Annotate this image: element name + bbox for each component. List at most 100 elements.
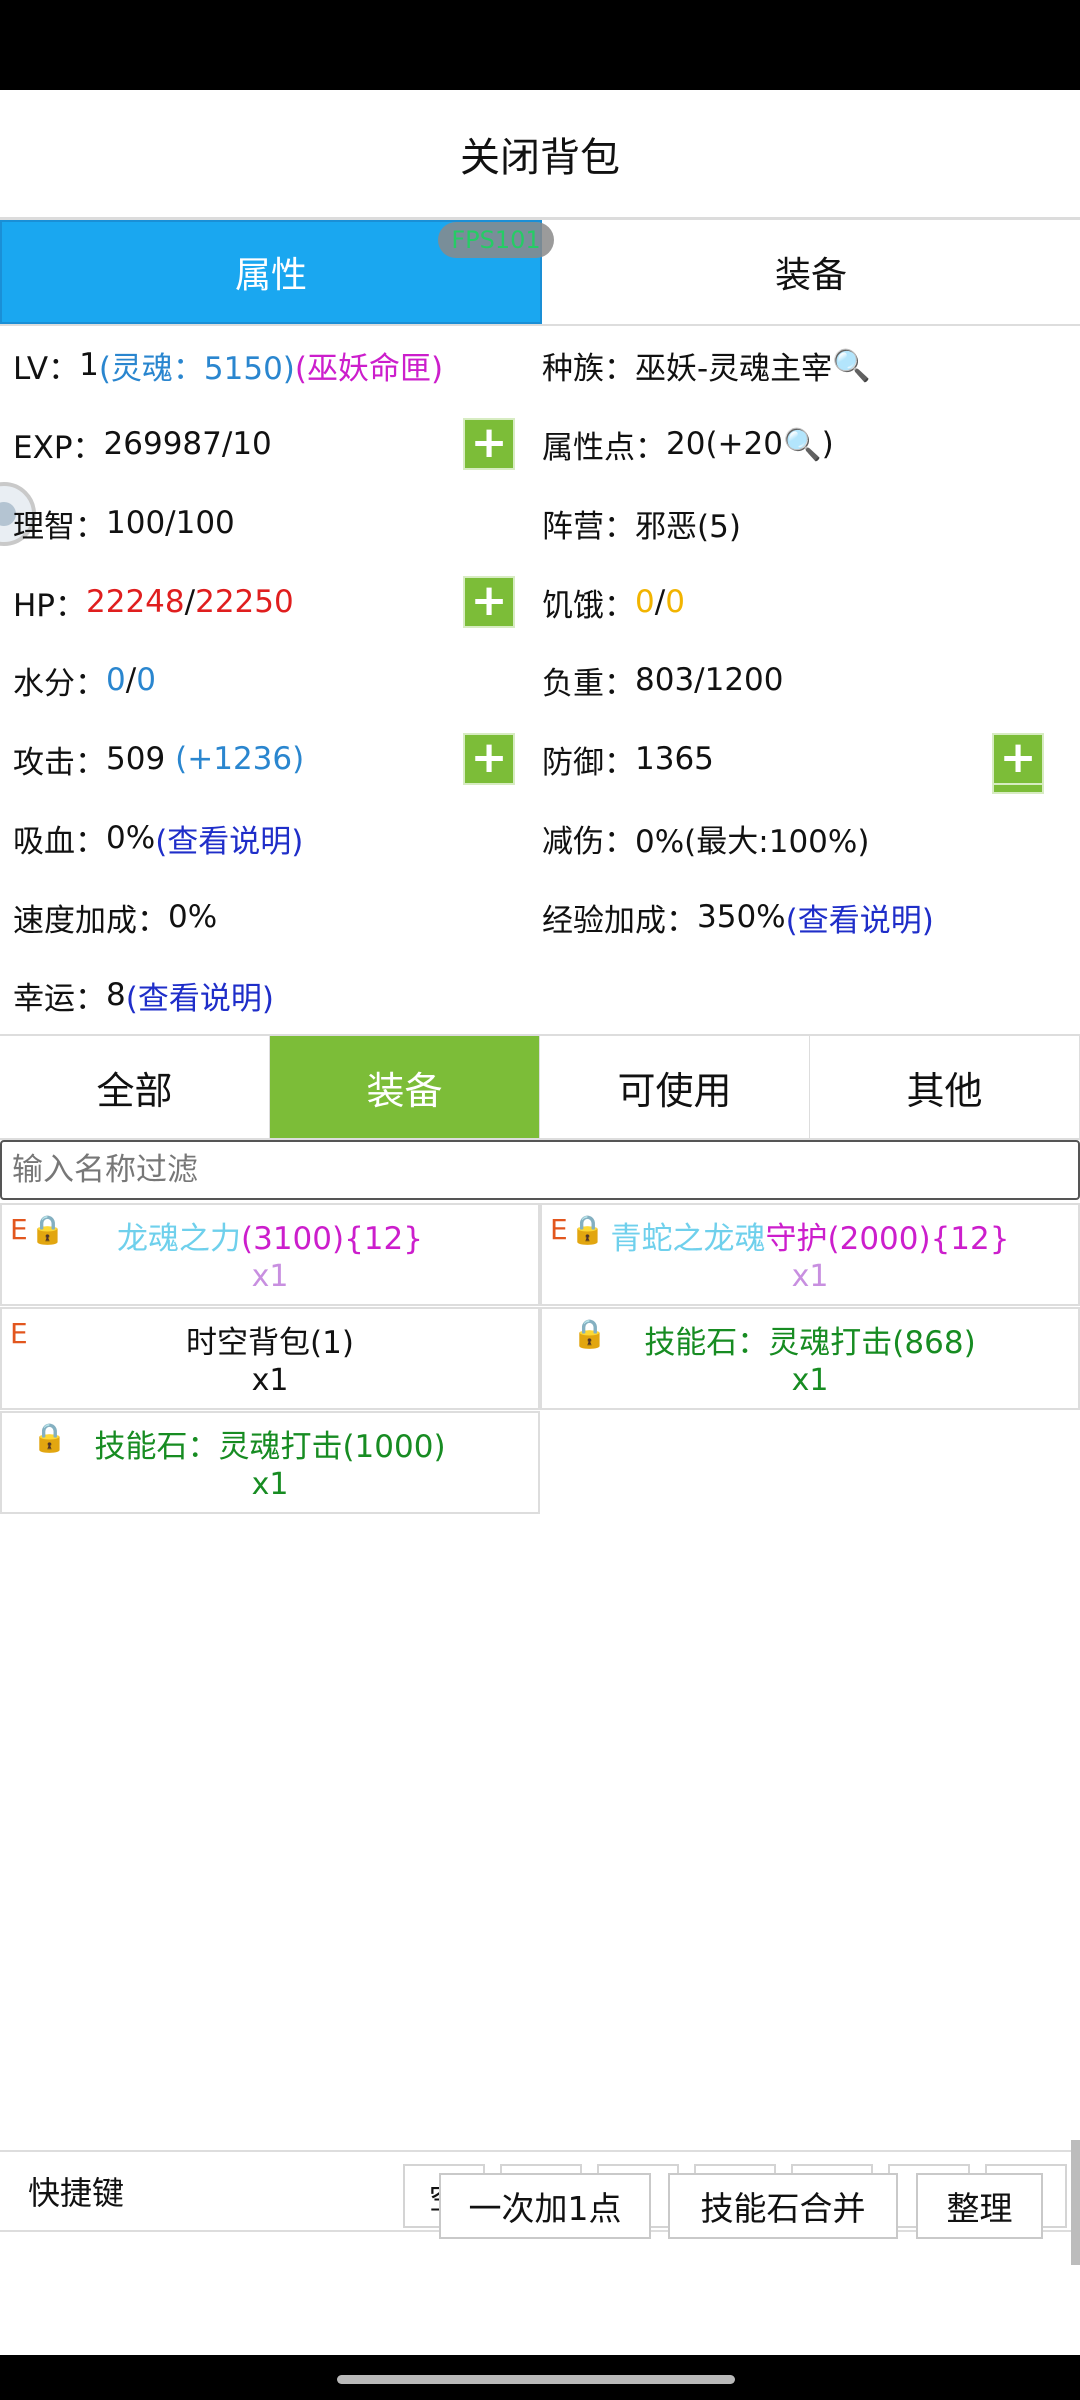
- stat-label: 幸运：: [13, 980, 106, 1017]
- water-sep: /: [125, 662, 137, 698]
- hunger-max: 0: [665, 584, 685, 620]
- hunger-current: 0: [635, 584, 655, 620]
- attack-plus-button[interactable]: +: [463, 733, 515, 785]
- item-quantity: x1: [251, 1467, 289, 1502]
- stat-label: 理智：: [13, 508, 106, 545]
- item-name-part: 青蛇之龙魂: [610, 1221, 766, 1257]
- stat-attack: 攻击： 509 (+1236): [13, 729, 304, 789]
- stat-value: 269987/10: [103, 426, 272, 462]
- fate-label: (巫妖命匣): [294, 350, 444, 387]
- filter-tab-equipment[interactable]: 装备: [270, 1036, 540, 1138]
- water-current: 0: [106, 662, 126, 698]
- stat-label: 种族：: [542, 350, 635, 387]
- stat-luck: 幸运： 8 (查看说明): [13, 965, 274, 1025]
- item-name-part: 守护(2000){12}: [765, 1221, 1010, 1257]
- stat-label: EXP：: [13, 429, 104, 466]
- inventory-item[interactable]: E 时空背包(1) x1: [0, 1307, 540, 1410]
- attack-bonus: (+1236): [175, 741, 305, 777]
- stat-attr-points: 属性点： 20(+20 🔍 ): [542, 414, 834, 474]
- stat-label: 经验加成：: [542, 902, 697, 939]
- item-name: 技能石：灵魂打击(1000): [94, 1429, 446, 1465]
- stat-exp: EXP： 269987/10: [13, 414, 272, 474]
- stat-label: 水分：: [13, 665, 106, 702]
- stat-water: 水分： 0 / 0: [13, 650, 156, 710]
- tab-equipment[interactable]: 装备: [542, 220, 1080, 324]
- hunger-sep: /: [654, 584, 666, 620]
- stat-value: 803/1200: [635, 662, 784, 698]
- item-quantity: x1: [791, 1259, 829, 1294]
- defense-plus-button[interactable]: +: [992, 733, 1044, 785]
- scrollbar[interactable]: [1071, 2140, 1080, 2265]
- stat-value: 邪恶(5): [635, 508, 741, 545]
- item-name: 龙魂之力(3100){12}: [2, 1213, 538, 1258]
- sort-button[interactable]: 整理: [916, 2173, 1043, 2239]
- stat-hp: HP： 22248 / 22250: [13, 572, 294, 632]
- item-name-part: 龙魂之力: [117, 1221, 241, 1257]
- stat-label: HP：: [13, 587, 87, 624]
- merge-skill-stones-button[interactable]: 技能石合并: [668, 2173, 898, 2239]
- hp-max: 22250: [195, 584, 294, 620]
- stat-value: 350%: [697, 899, 786, 935]
- stat-label: 攻击：: [13, 744, 106, 781]
- stat-label: 减伤：: [542, 823, 635, 860]
- item-filter-tabs: 全部 装备 可使用 其他: [0, 1034, 1080, 1140]
- inventory-item[interactable]: 🔒 技能石：灵魂打击(1000) x1: [0, 1411, 540, 1514]
- filter-tab-usable[interactable]: 可使用: [540, 1036, 810, 1138]
- stat-exp-bonus: 经验加成： 350% (查看说明): [542, 887, 934, 947]
- home-indicator[interactable]: [337, 2375, 735, 2384]
- shortcut-label: 快捷键: [28, 2174, 125, 2212]
- stat-load: 负重： 803/1200: [542, 650, 784, 710]
- inventory-screen: 关闭背包 属性 装备 FPS101 LV： 1 (灵魂：5150) (巫妖命匣)…: [0, 90, 1080, 2355]
- luck-help-link[interactable]: (查看说明): [126, 973, 274, 1018]
- stat-value: 509: [106, 741, 166, 777]
- stat-label: 饥饿：: [542, 587, 635, 624]
- item-quantity: x1: [251, 1259, 289, 1294]
- stat-sanity: 理智： 100/100: [13, 493, 235, 553]
- item-quantity: x1: [251, 1363, 289, 1398]
- stat-label: 阵营：: [542, 508, 635, 545]
- inventory-item[interactable]: 🔒 技能石：灵魂打击(868) x1: [540, 1307, 1080, 1410]
- stat-value: 20(+20: [666, 426, 783, 462]
- hp-current: 22248: [86, 584, 185, 620]
- exp-bonus-help-link[interactable]: (查看说明): [786, 895, 934, 940]
- stat-label: LV：: [13, 350, 80, 387]
- item-name: 技能石：灵魂打击(868): [644, 1325, 976, 1361]
- hp-plus-button[interactable]: +: [463, 576, 515, 628]
- hp-sep: /: [184, 584, 196, 620]
- stat-label: 吸血：: [13, 823, 106, 860]
- filter-tab-other[interactable]: 其他: [810, 1036, 1080, 1138]
- close-bag-button[interactable]: 关闭背包: [0, 90, 1080, 220]
- soul-value: (灵魂：5150): [98, 350, 295, 387]
- item-name: 时空背包(1): [186, 1325, 354, 1361]
- stat-label: 负重：: [542, 665, 635, 702]
- item-filter-input[interactable]: [0, 1140, 1080, 1200]
- inventory-item[interactable]: E 🔒 龙魂之力(3100){12} x1: [0, 1203, 540, 1306]
- stat-value: 0%(最大:100%): [635, 823, 870, 860]
- stat-speed-bonus: 速度加成： 0%: [13, 887, 217, 947]
- stat-value: 0%: [168, 899, 218, 935]
- stat-camp: 阵营： 邪恶(5): [542, 493, 741, 553]
- magnifier-icon[interactable]: 🔍: [832, 347, 871, 384]
- stat-race: 种族： 巫妖-灵魂主宰 🔍: [542, 335, 871, 395]
- stat-hunger: 饥饿： 0 / 0: [542, 572, 685, 632]
- filter-tab-all[interactable]: 全部: [0, 1036, 270, 1138]
- status-bar: [0, 0, 1080, 90]
- add-one-point-button[interactable]: 一次加1点: [439, 2173, 651, 2239]
- stat-value: 1: [79, 347, 99, 383]
- lifesteal-help-link[interactable]: (查看说明): [155, 816, 303, 861]
- page-title: 关闭背包: [460, 134, 620, 181]
- stat-damage-reduction: 减伤： 0%(最大:100%): [542, 808, 869, 868]
- stat-value: 100/100: [106, 505, 235, 541]
- stat-value: 1365: [635, 741, 714, 777]
- stat-label: 防御：: [542, 744, 635, 781]
- stat-value: 0%: [106, 820, 156, 856]
- item-name: 青蛇之龙魂守护(2000){12}: [542, 1213, 1078, 1258]
- stat-level: LV： 1 (灵魂：5150) (巫妖命匣): [13, 335, 443, 395]
- inventory-item[interactable]: E 🔒 青蛇之龙魂守护(2000){12} x1: [540, 1203, 1080, 1306]
- stat-value: 8: [106, 977, 126, 1013]
- item-name-part: (3100){12}: [241, 1221, 423, 1257]
- magnifier-icon[interactable]: 🔍: [783, 426, 822, 463]
- exp-plus-button[interactable]: +: [463, 418, 515, 470]
- stat-value-close: ): [821, 426, 834, 462]
- item-quantity: x1: [791, 1363, 829, 1398]
